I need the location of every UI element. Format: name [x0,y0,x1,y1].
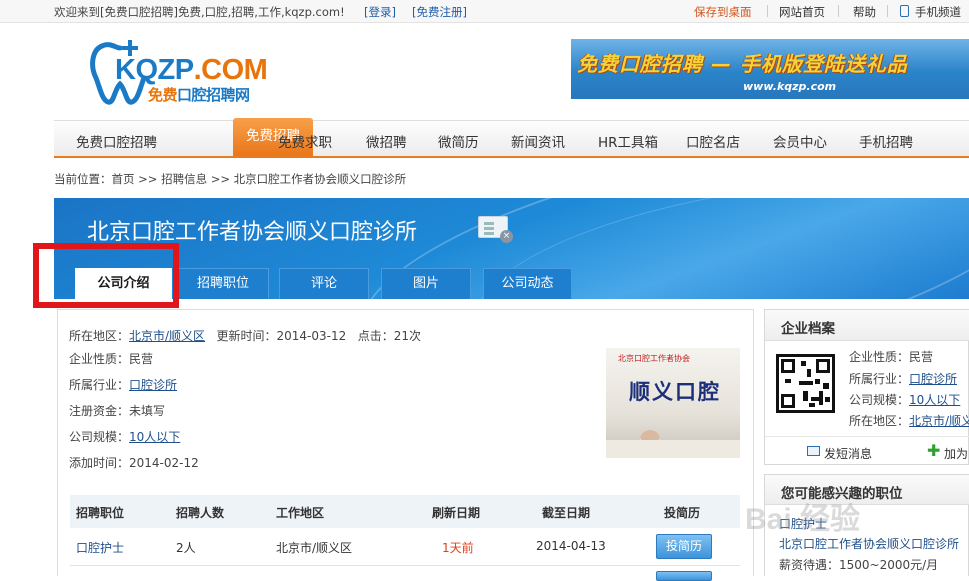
profile-region-label: 所在地区： [849,414,910,428]
tab-comments[interactable]: 评论 [279,268,369,299]
col-header-area: 工作地区 [276,506,325,520]
profile-scale-row: 公司规模：10人以下 [849,391,960,408]
scale-link[interactable]: 10人以下 [129,430,180,444]
col-header-apply: 投简历 [664,506,701,520]
profile-region-row: 所在地区：北京市/顺义 [849,412,969,429]
job-title-link[interactable]: 口腔护士 [76,539,124,556]
row-divider [70,565,740,566]
jobs-table-header: 招聘职位 招聘人数 工作地区 刷新日期 截至日期 投简历 [70,495,740,528]
mobile-icon [900,5,909,17]
home-link[interactable]: 网站首页 [779,4,825,20]
registered-capital: 注册资金：未填写 [69,404,166,418]
login-link[interactable]: [登录] [364,4,396,20]
related-salary: 薪资待遇：1500~2000元/月 [779,558,939,572]
apply-resume-button[interactable]: 投简历 [656,534,712,559]
col-header-title: 招聘职位 [76,506,125,520]
business-card-icon[interactable]: × [478,216,513,243]
nav-item-micro-recruit[interactable]: 微招聘 [366,131,407,151]
top-bar: 欢迎来到[免费口腔招聘]免费,口腔,招聘,工作,kqzp.com! [登录] [… [0,0,969,23]
photo-desk [606,440,740,458]
nav-item-mobile-jobs[interactable]: 手机招聘 [859,131,913,151]
region-label: 所在地区： [69,329,130,343]
industry-label: 所属行业： [69,378,130,392]
banner-url: www.kqzp.com [743,80,837,93]
nav-item-micro-resume[interactable]: 微简历 [438,131,479,151]
profile-industry-label: 所属行业： [849,372,910,386]
photo-sign-text: 顺义口腔 [629,380,721,404]
profile-nature: 企业性质：民营 [849,350,934,364]
highlight-box [33,243,179,308]
nav-item-member-center[interactable]: 会员中心 [773,131,827,151]
nav-item-free-dental-jobs[interactable]: 免费口腔招聘 [76,131,157,151]
logo-slogan-part1: 免费 [148,86,178,104]
nav-item-news[interactable]: 新闻资讯 [511,131,565,151]
plus-icon: ✚ [927,441,941,460]
save-desktop-link[interactable]: 保存到桌面 [694,4,752,20]
divider [838,5,839,17]
divider [765,436,969,437]
region-link[interactable]: 北京市/顺义区 [129,329,205,343]
profile-scale-label: 公司规模： [849,393,910,407]
qr-code-icon [776,354,835,413]
profile-industry-link[interactable]: 口腔诊所 [909,372,957,386]
tab-job-openings[interactable]: 招聘职位 [177,268,269,299]
added-time: 添加时间：2014-02-12 [69,456,199,470]
divider [767,5,768,17]
nav-item-hr-tools[interactable]: HR工具箱 [598,131,658,151]
col-header-deadline: 截至日期 [542,506,591,520]
company-name: 北京口腔工作者协会顺义口腔诊所 [87,220,418,245]
info-scale-row: 公司规模：10人以下 [69,428,180,445]
profile-industry-row: 所属行业：口腔诊所 [849,370,957,387]
add-favorite-link[interactable]: 加为 [944,445,968,462]
col-header-count: 招聘人数 [176,506,225,520]
close-icon: × [500,230,513,243]
update-time: 更新时间：2014-03-12 [216,329,347,343]
promo-banner[interactable]: 免费口腔招聘 — 手机版登陆送礼品 www.kqzp.com [571,39,969,99]
profile-title: 企业档案 [781,321,835,337]
send-message-link[interactable]: 发短消息 [824,445,872,462]
site-logo[interactable]: KQZP.COM 免费口腔招聘网 [90,36,300,106]
company-nature: 企业性质：民营 [69,352,154,366]
nav-item-free-job-seek[interactable]: 免费求职 [278,131,332,151]
main-nav: 免费口腔招聘 免费招聘 免费求职 微招聘 微简历 新闻资讯 HR工具箱 口腔名店… [54,118,969,158]
company-header: 北京口腔工作者协会顺义口腔诊所 × 公司介绍 招聘职位 评论 图片 公司动态 [54,198,969,299]
job-count: 2人 [176,541,196,555]
industry-link[interactable]: 口腔诊所 [129,378,177,392]
info-industry-row: 所属行业：口腔诊所 [69,376,177,393]
baidu-watermark: Bai 经验 [745,503,861,536]
envelope-icon [807,446,820,456]
divider [887,5,888,17]
apply-resume-button-next[interactable] [656,571,712,581]
logo-slogan-part2: 口腔招聘网 [177,86,250,104]
tab-company-news[interactable]: 公司动态 [483,268,572,299]
mobile-link[interactable]: 手机频道 [915,4,961,20]
banner-headline: 免费口腔招聘 — 手机版登陆送礼品 [577,52,908,76]
photo-sign-small: 北京口腔工作者协会 [618,354,690,363]
register-link[interactable]: [免费注册] [412,4,467,20]
logo-brand-part2: .COM [193,54,268,86]
profile-scale-link[interactable]: 10人以下 [909,393,960,407]
col-header-refresh: 刷新日期 [432,506,481,520]
welcome-text: 欢迎来到[免费口腔招聘]免费,口腔,招聘,工作,kqzp.com! [54,5,345,19]
info-region-row: 所在地区：北京市/顺义区 更新时间：2014-03-12 点击：21次 [69,327,421,344]
profile-region-link[interactable]: 北京市/顺义 [909,414,969,428]
breadcrumb: 当前位置：首页 >> 招聘信息 >> 北京口腔工作者协会顺义口腔诊所 [54,172,407,186]
job-refresh: 1天前 [442,541,474,555]
scale-label: 公司规模： [69,430,130,444]
click-count: 点击：21次 [357,329,421,343]
help-link[interactable]: 帮助 [853,4,876,20]
company-photo[interactable]: 北京口腔工作者协会 顺义口腔 [606,348,740,458]
logo-brand-part1: KQZP [115,54,194,86]
nav-item-famous-clinics[interactable]: 口腔名店 [686,131,740,151]
tab-photos[interactable]: 图片 [381,268,471,299]
job-area: 北京市/顺义区 [276,541,353,555]
job-deadline: 2014-04-13 [536,539,606,553]
